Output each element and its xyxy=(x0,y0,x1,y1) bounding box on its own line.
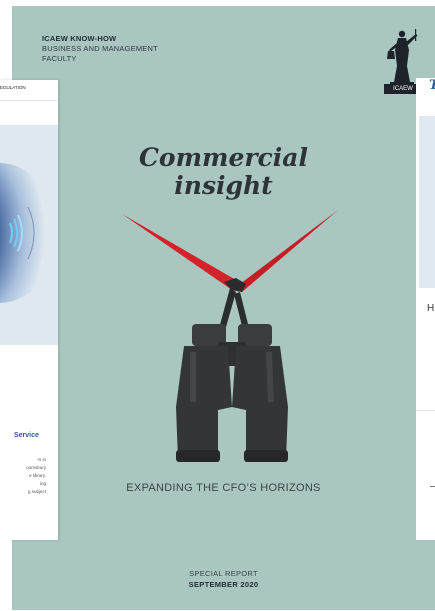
title-line-1: Commercial xyxy=(139,143,308,172)
left-page-body: rs in oomsbury e library. ing g subject xyxy=(0,456,46,496)
left-page-body-line: rs in xyxy=(37,457,46,462)
right-page-image xyxy=(419,116,435,288)
binoculars-image xyxy=(122,210,338,462)
header-line-1: ICAEW KNOW-HOW xyxy=(42,34,117,43)
report-type: SPECIAL REPORT xyxy=(189,569,258,578)
right-page-divider xyxy=(416,410,435,411)
left-page-divider xyxy=(0,100,58,101)
cover-subtitle: EXPANDING THE CFO’S HORIZONS xyxy=(126,482,321,494)
cover-title: Commercial insight xyxy=(12,144,435,200)
header-line-2: BUSINESS AND MANAGEMENT xyxy=(42,44,158,53)
title-line-2: insight xyxy=(174,171,273,200)
radio-wave-graphic xyxy=(0,125,58,345)
left-page-body-line: oomsbury xyxy=(26,465,46,470)
header-line-3: FACULTY xyxy=(42,54,77,63)
left-page-image xyxy=(0,125,58,345)
right-page-title-fragment: T xyxy=(429,78,435,93)
background-margin xyxy=(0,540,12,611)
left-page-section-heading: Service xyxy=(14,432,39,439)
right-page-text-fragment: H xyxy=(427,303,435,314)
cover-footer: SPECIAL REPORT SEPTEMBER 2020 xyxy=(12,568,435,590)
right-background-page: T H xyxy=(416,78,435,540)
cover-header: ICAEW KNOW-HOW BUSINESS AND MANAGEMENT F… xyxy=(42,34,158,64)
left-page-body-line: ing xyxy=(39,481,46,486)
left-page-body-line: e library. xyxy=(29,473,46,478)
left-page-body-line: g subject xyxy=(27,489,46,494)
report-date: SEPTEMBER 2020 xyxy=(188,580,259,589)
left-page-header-text: EGULATION xyxy=(0,85,26,90)
left-background-page: EGULATION Service rs in oomsbury e libra… xyxy=(0,80,58,540)
report-cover: ICAEW KNOW-HOW BUSINESS AND MANAGEMENT F… xyxy=(12,6,435,610)
right-page-rule xyxy=(430,486,435,487)
